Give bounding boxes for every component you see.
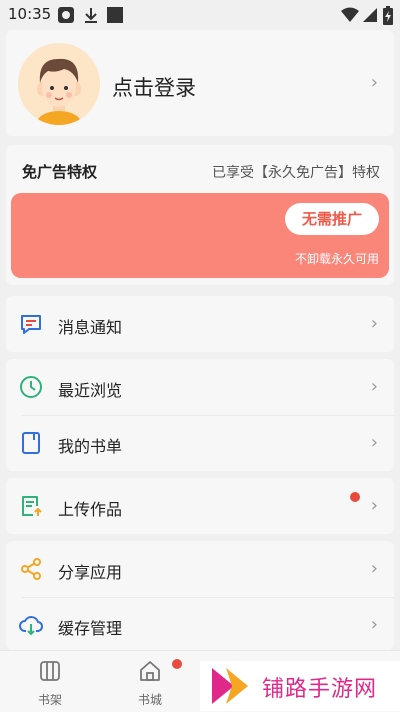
upload-document-icon: [22, 496, 42, 516]
chevron-right-icon: ›: [370, 558, 378, 579]
avatar[interactable]: [18, 43, 100, 125]
book-icon: [22, 432, 40, 454]
ad-free-card: 免广告特权 已享受【永久免广告】特权 无需推广 不卸载永久可用: [6, 145, 394, 285]
menu-label: 分享应用: [58, 563, 123, 582]
chevron-right-icon: ›: [370, 495, 378, 516]
notification-dot: [172, 659, 182, 669]
chevron-right-icon: ›: [370, 376, 378, 397]
wifi-icon: [341, 7, 359, 22]
menu-label: 上传作品: [58, 500, 123, 519]
tab-label: 书架: [37, 693, 62, 707]
share-icon: [21, 558, 41, 580]
menu-item-cache[interactable]: 缓存管理 ›: [6, 597, 394, 650]
ad-free-status: 已享受【永久免广告】特权: [212, 165, 380, 181]
tab-bookshelf[interactable]: 书架: [20, 659, 80, 708]
menu-label: 最近浏览: [58, 381, 123, 400]
battery-charging-icon: [383, 6, 393, 25]
notification-dot: [350, 492, 360, 502]
ad-free-subtext: 不卸载永久可用: [294, 252, 379, 266]
status-time: 10:35: [8, 5, 52, 23]
login-prompt[interactable]: 点击登录: [112, 72, 196, 102]
no-promotion-button[interactable]: 无需推广: [285, 203, 379, 235]
chevron-right-icon: ›: [370, 432, 378, 453]
menu-label: 缓存管理: [58, 619, 123, 638]
profile-card[interactable]: 点击登录 ›: [6, 30, 394, 136]
avatar-illustration-icon: [18, 43, 100, 125]
status-bar: 10:35: [0, 0, 400, 30]
watermark-logo-icon: [212, 668, 248, 704]
menu-group-notifications: 消息通知 ›: [6, 296, 394, 352]
ad-free-title: 免广告特权: [22, 163, 98, 181]
watermark-text: 铺路手游网: [262, 677, 378, 702]
menu-item-upload[interactable]: 上传作品 ›: [6, 478, 394, 534]
tab-label: 书城: [137, 693, 162, 707]
tab-bookstore[interactable]: 书城: [120, 659, 182, 708]
download-icon: [85, 8, 97, 23]
chevron-right-icon: ›: [370, 313, 378, 334]
chevron-right-icon: ›: [370, 614, 378, 635]
menu-label: 消息通知: [58, 318, 123, 337]
menu-item-share[interactable]: 分享应用 ›: [6, 541, 394, 597]
message-icon: [21, 315, 41, 334]
menu-group-upload: 上传作品 ›: [6, 478, 394, 534]
clock-icon: [20, 376, 42, 398]
menu-item-notifications[interactable]: 消息通知 ›: [6, 296, 394, 352]
menu-group-reading: 最近浏览 › 我的书单 ›: [6, 359, 394, 471]
app-notification-icon: [58, 7, 74, 23]
cloud-download-icon: [19, 616, 43, 636]
menu-item-booklist[interactable]: 我的书单 ›: [6, 415, 394, 471]
chevron-right-icon: ›: [370, 72, 378, 93]
bookstore-icon: [140, 661, 160, 681]
signal-icon: [363, 8, 377, 22]
menu-item-recent[interactable]: 最近浏览 ›: [6, 359, 394, 415]
image-notification-icon: [107, 7, 123, 23]
menu-label: 我的书单: [58, 437, 123, 456]
menu-group-app: 分享应用 › 缓存管理 ›: [6, 541, 394, 650]
bookshelf-icon: [40, 661, 60, 681]
ad-free-banner: 无需推广 不卸载永久可用: [11, 193, 389, 278]
watermark: 铺路手游网: [200, 661, 400, 711]
